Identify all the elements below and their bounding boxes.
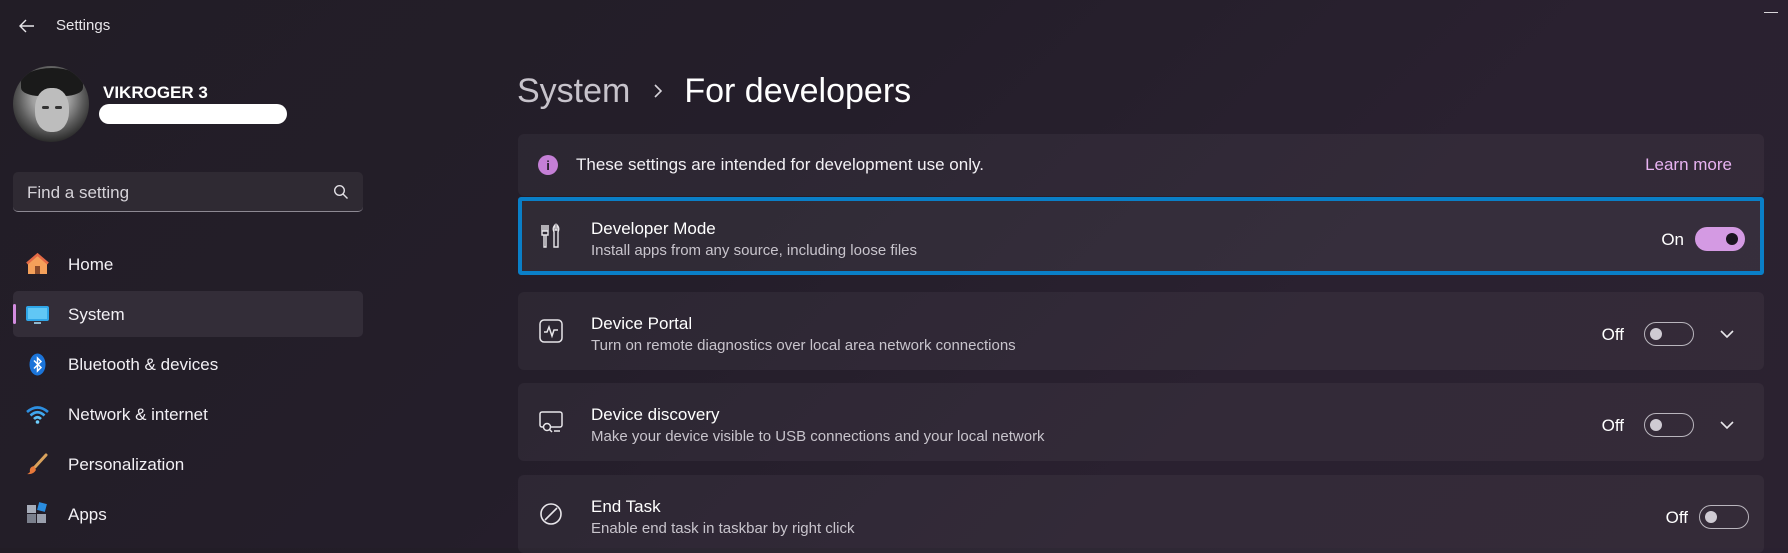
device-discovery-icon bbox=[539, 411, 563, 433]
user-email-redacted bbox=[99, 104, 287, 124]
brush-icon bbox=[27, 453, 48, 475]
end-task-toggle[interactable] bbox=[1699, 505, 1749, 529]
user-name: VIKROGER 3 bbox=[103, 83, 208, 102]
bluetooth-icon bbox=[29, 353, 46, 376]
active-indicator bbox=[13, 304, 16, 324]
setting-row-developer-mode[interactable]: Developer Mode Install apps from any sou… bbox=[518, 197, 1764, 275]
avatar[interactable] bbox=[13, 66, 89, 142]
setting-title: Developer Mode bbox=[591, 219, 716, 238]
sidebar-item-label: Apps bbox=[68, 505, 107, 524]
home-icon bbox=[26, 252, 49, 274]
toggle-state-label: Off bbox=[1601, 325, 1624, 344]
breadcrumb-parent[interactable]: System bbox=[517, 72, 630, 111]
setting-title: Device Portal bbox=[591, 314, 693, 333]
title-bar: Settings bbox=[0, 0, 1788, 50]
setting-description: Enable end task in taskbar by right clic… bbox=[591, 520, 855, 537]
setting-title: Device discovery bbox=[591, 405, 720, 424]
sidebar-item-label: Personalization bbox=[68, 455, 185, 474]
device-portal-toggle[interactable] bbox=[1644, 322, 1694, 346]
sidebar-item-home[interactable]: Home bbox=[13, 241, 363, 287]
sidebar-item-network[interactable]: Network & internet bbox=[13, 391, 363, 437]
sidebar-item-bluetooth[interactable]: Bluetooth & devices bbox=[13, 341, 363, 387]
search-input[interactable]: Find a setting bbox=[13, 172, 363, 212]
setting-description: Install apps from any source, including … bbox=[591, 242, 918, 259]
tools-icon bbox=[541, 223, 560, 248]
wifi-icon bbox=[26, 406, 49, 424]
sidebar-item-label: Home bbox=[68, 255, 114, 274]
setting-description: Make your device visible to USB connecti… bbox=[591, 428, 1045, 445]
sidebar-item-label: System bbox=[68, 305, 125, 324]
sidebar-item-apps[interactable]: Apps bbox=[13, 491, 363, 537]
sidebar-item-label: Bluetooth & devices bbox=[68, 355, 219, 374]
back-arrow-icon bbox=[19, 19, 34, 33]
sidebar-item-system[interactable]: System bbox=[13, 291, 363, 337]
setting-title: End Task bbox=[591, 497, 661, 516]
device-discovery-toggle[interactable] bbox=[1644, 413, 1694, 437]
developer-mode-toggle[interactable] bbox=[1695, 227, 1745, 251]
info-text: These settings are intended for developm… bbox=[576, 155, 984, 174]
sidebar-item-label: Network & internet bbox=[68, 405, 208, 424]
toggle-state-label: Off bbox=[1665, 508, 1688, 527]
sidebar-item-personalization[interactable]: Personalization bbox=[13, 441, 363, 487]
minimize-button[interactable] bbox=[1764, 12, 1778, 13]
system-icon bbox=[26, 306, 49, 324]
info-banner: i These settings are intended for develo… bbox=[518, 134, 1764, 196]
pulse-icon bbox=[539, 319, 563, 343]
block-icon bbox=[540, 503, 562, 525]
back-button[interactable] bbox=[12, 12, 42, 40]
chevron-down-icon[interactable] bbox=[1718, 416, 1736, 434]
learn-more-link[interactable]: Learn more bbox=[1645, 155, 1732, 175]
toggle-state-label: Off bbox=[1601, 416, 1624, 435]
search-placeholder: Find a setting bbox=[27, 183, 130, 202]
setting-row-device-discovery[interactable]: Device discovery Make your device visibl… bbox=[518, 383, 1764, 461]
apps-icon bbox=[27, 502, 47, 523]
toggle-state-label: On bbox=[1661, 230, 1684, 249]
setting-description: Turn on remote diagnostics over local ar… bbox=[591, 337, 1016, 354]
app-title: Settings bbox=[56, 17, 111, 34]
chevron-right-icon bbox=[652, 83, 664, 99]
page-title: For developers bbox=[684, 71, 912, 110]
setting-row-end-task[interactable]: End Task Enable end task in taskbar by r… bbox=[518, 475, 1764, 553]
sidebar-nav: Home System Bluetooth & devices Network … bbox=[13, 241, 363, 541]
search-icon[interactable] bbox=[333, 184, 349, 200]
setting-row-device-portal[interactable]: Device Portal Turn on remote diagnostics… bbox=[518, 292, 1764, 370]
info-icon: i bbox=[538, 155, 558, 175]
chevron-down-icon[interactable] bbox=[1718, 325, 1736, 343]
breadcrumb: System For developers bbox=[517, 66, 911, 116]
